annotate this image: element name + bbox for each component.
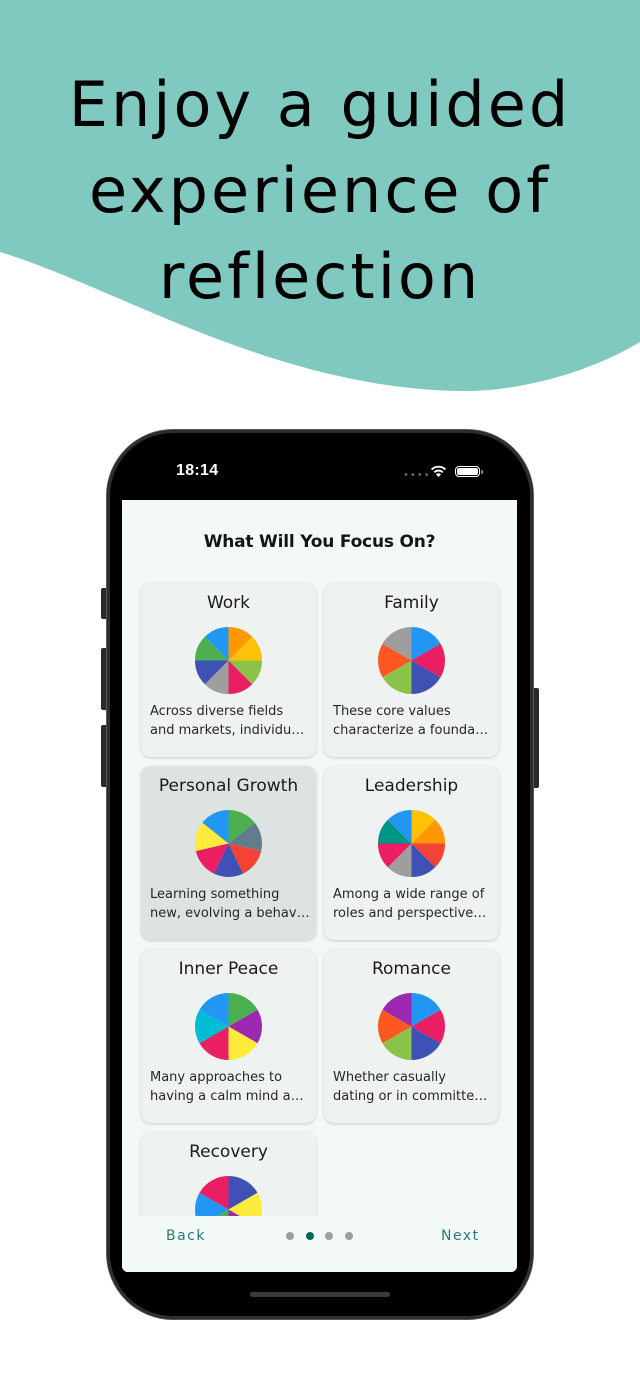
color-wheel-icon (378, 627, 445, 694)
card-description-line: and markets, individua... (150, 723, 310, 738)
card-title: Work (206, 593, 251, 613)
signal-dots-icon: •••• (403, 470, 431, 481)
power-button (532, 688, 539, 788)
card-description-line: Learning something (150, 887, 280, 902)
focus-card[interactable]: Work Across diverse fields and markets, in… (141, 583, 316, 757)
focus-card[interactable]: Inner Peace Many approaches to having a ca… (141, 949, 316, 1123)
focus-card[interactable]: Romance Whether casually dating or in comm… (324, 949, 499, 1123)
color-wheel-icon (195, 993, 262, 1060)
card-title: Family (384, 593, 439, 613)
card-description: Among a wide range of roles and perspecti… (333, 885, 493, 923)
status-time: 18:14 (176, 462, 219, 479)
page-dot-active[interactable] (305, 1232, 314, 1240)
card-description: Whether casually dating or in committed..… (333, 1068, 493, 1106)
card-description-line: Among a wide range of (333, 887, 485, 902)
focus-card[interactable]: Recovery (141, 1132, 316, 1216)
card-title: Romance (371, 959, 451, 979)
card-title: Recovery (189, 1142, 268, 1162)
wifi-icon (431, 465, 446, 477)
card-description-line: roles and perspectives,... (333, 906, 493, 921)
page-dot[interactable] (286, 1232, 294, 1240)
focus-card[interactable]: Personal Growth Learning something new, ev… (141, 766, 316, 940)
focus-card[interactable]: Leadership Among a wide range of roles and… (324, 766, 499, 940)
card-description-line: dating or in committed... (333, 1089, 493, 1104)
back-button[interactable]: Back (166, 1228, 206, 1244)
card-description-line: Many approaches to (150, 1070, 283, 1085)
card-description-line: Across diverse fields (150, 704, 284, 719)
focus-card-grid[interactable]: Work Across diverse fields and markets, in… (122, 576, 517, 1216)
card-description: Across diverse fields and markets, indivi… (150, 702, 310, 740)
card-title: Inner Peace (178, 959, 279, 979)
card-description-line: new, evolving a behavi... (150, 906, 310, 921)
headline-line: Enjoy a guided (68, 68, 572, 141)
next-button[interactable]: Next (441, 1228, 480, 1244)
headline-line: experience of (88, 154, 552, 227)
page-dot[interactable] (325, 1232, 333, 1240)
card-description-line: characterize a foundati... (333, 723, 493, 738)
promo-headline: Enjoy a guided experience of reflection (0, 62, 640, 320)
focus-card[interactable]: Family These core values characterize a fo… (324, 583, 499, 757)
card-description: Learning something new, evolving a behavi… (150, 885, 310, 923)
onboarding-footer: Back Next (122, 1216, 517, 1272)
card-description-line: These core values (333, 704, 451, 719)
card-title: Personal Growth (158, 776, 299, 796)
headline-line: reflection (158, 240, 482, 313)
battery-icon (455, 466, 483, 477)
app-screen: What Will You Focus On? Work Across diver… (122, 500, 517, 1272)
home-indicator[interactable] (250, 1292, 390, 1297)
card-description: Many approaches to having a calm mind an.… (150, 1068, 310, 1106)
color-wheel-icon (195, 1176, 262, 1216)
card-title: Leadership (364, 776, 459, 796)
page-dot[interactable] (344, 1232, 353, 1240)
color-wheel-icon (195, 627, 262, 694)
color-wheel-icon (378, 810, 445, 877)
color-wheel-icon (378, 993, 445, 1060)
color-wheel-icon (195, 810, 262, 877)
page-title: What Will You Focus On? (203, 532, 436, 552)
card-description-line: having a calm mind an... (150, 1089, 310, 1104)
card-description: These core values characterize a foundati… (333, 702, 493, 740)
card-description-line: Whether casually (333, 1070, 446, 1085)
